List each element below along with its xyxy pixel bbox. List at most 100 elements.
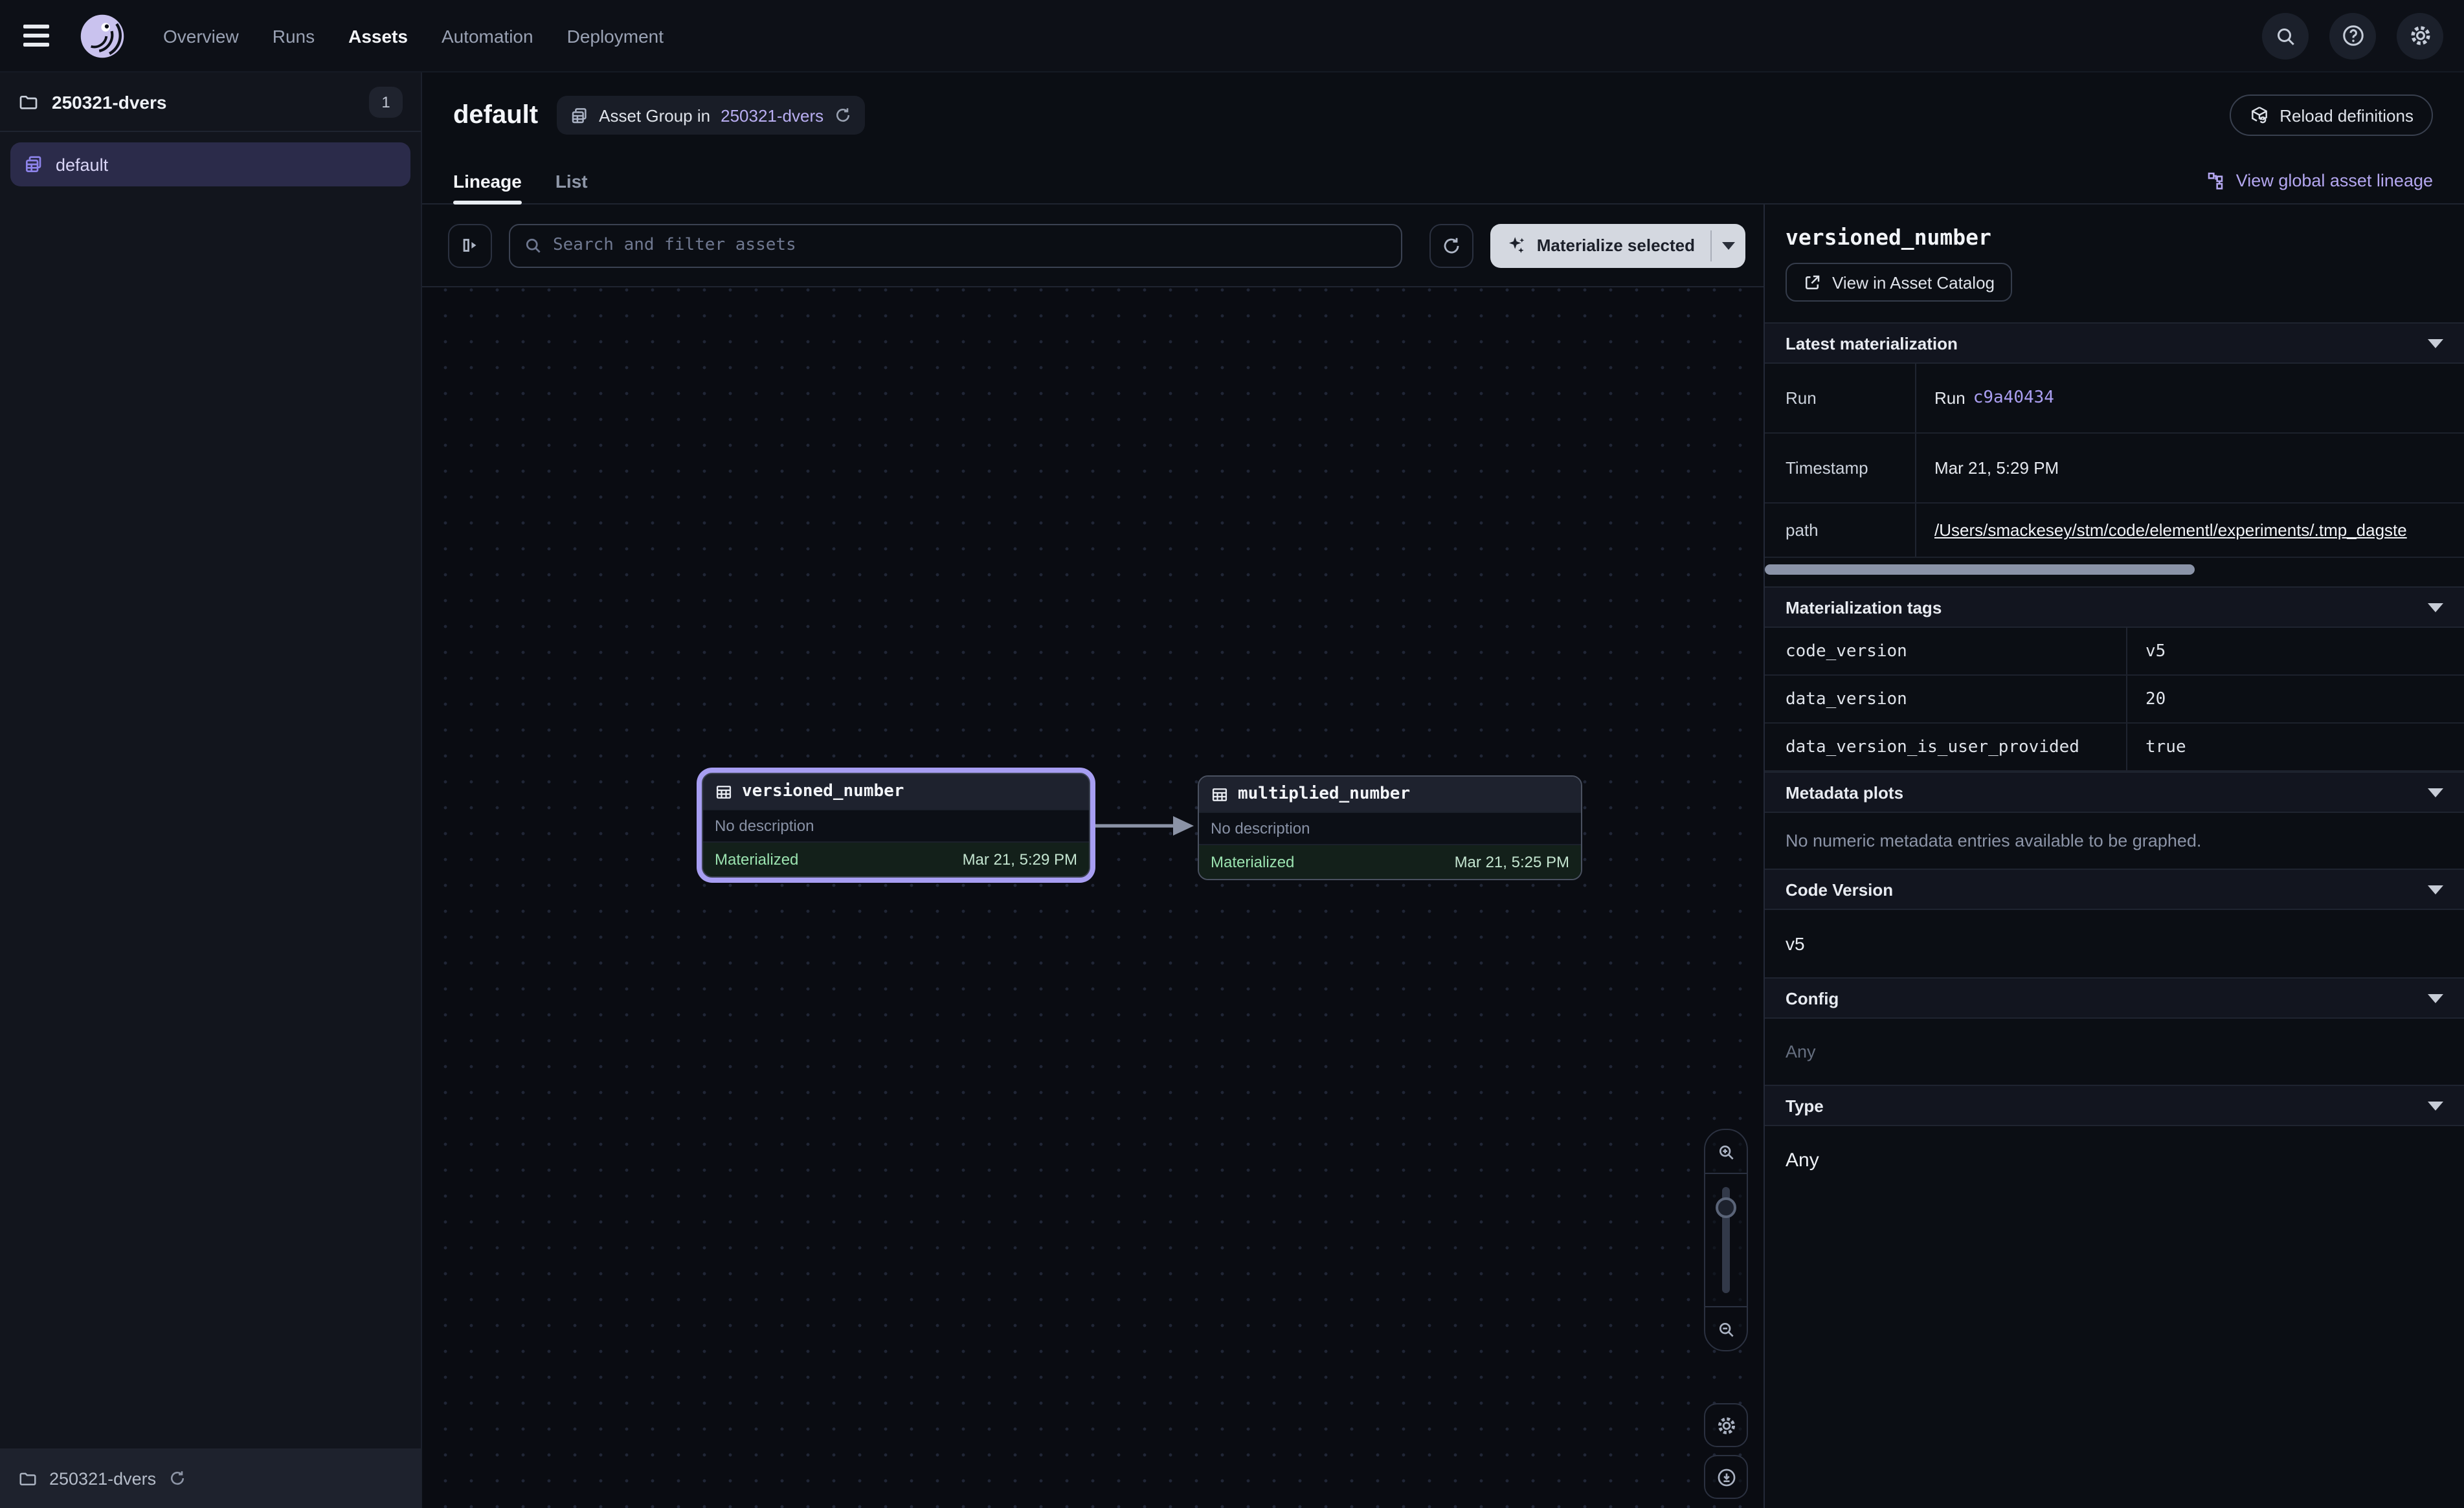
asset-search-box xyxy=(509,223,1402,267)
table-row: data_version_is_user_provided true xyxy=(1765,724,2464,771)
asset-name: versioned_number xyxy=(742,782,904,801)
zoom-control xyxy=(1704,1129,1748,1351)
graph-settings-button[interactable] xyxy=(1704,1403,1748,1447)
table-row: Run Run c9a40434 xyxy=(1765,364,2464,434)
panel-expand-icon xyxy=(459,234,481,256)
nav-item-runs[interactable]: Runs xyxy=(273,25,315,46)
section-materialization-tags[interactable]: Materialization tags xyxy=(1765,586,2464,628)
table-row: data_version 20 xyxy=(1765,676,2464,724)
top-nav: Overview Runs Assets Automation Deployme… xyxy=(0,0,2464,72)
lineage-graph-pane: Materialize selected xyxy=(422,205,1764,1508)
section-latest-materialization[interactable]: Latest materialization xyxy=(1765,322,2464,364)
section-metadata-plots[interactable]: Metadata plots xyxy=(1765,771,2464,813)
materialized-timestamp: Mar 21, 5:25 PM xyxy=(1455,853,1569,871)
nav-item-assets[interactable]: Assets xyxy=(348,25,408,46)
search-button[interactable] xyxy=(2262,12,2309,59)
tag-key: data_version_is_user_provided xyxy=(1765,724,2127,770)
horizontal-scrollbar[interactable] xyxy=(1765,564,2195,575)
zoom-slider-thumb[interactable] xyxy=(1716,1197,1736,1218)
gear-icon xyxy=(1715,1414,1737,1436)
row-value: Mar 21, 5:29 PM xyxy=(1916,434,2464,502)
folder-icon xyxy=(18,91,39,112)
chevron-down-icon xyxy=(2428,885,2443,894)
asset-status-row: Materialized Mar 21, 5:29 PM xyxy=(703,843,1089,876)
reload-definitions-label: Reload definitions xyxy=(2279,105,2414,125)
dagster-logo[interactable] xyxy=(78,11,127,60)
section-type[interactable]: Type xyxy=(1765,1085,2464,1126)
materialize-dropdown-button[interactable] xyxy=(1712,223,1745,267)
table-icon xyxy=(715,782,733,801)
chevron-down-icon xyxy=(2428,603,2443,612)
footer-repo-name: 250321-dvers xyxy=(49,1469,156,1488)
asset-node-versioned-number[interactable]: versioned_number No description Material… xyxy=(702,773,1090,878)
path-link[interactable]: /Users/smackesey/stm/code/elementl/exper… xyxy=(1934,520,2407,540)
expand-sidebar-button[interactable] xyxy=(448,223,492,267)
search-icon xyxy=(2274,24,2297,47)
materialized-status: Materialized xyxy=(1211,853,1294,871)
materialized-status: Materialized xyxy=(715,850,798,869)
sidebar-repo-row[interactable]: 250321-dvers 1 xyxy=(0,72,421,132)
zoom-in-button[interactable] xyxy=(1705,1130,1747,1174)
lineage-canvas[interactable]: versioned_number No description Material… xyxy=(422,287,1764,1508)
lineage-graph-icon xyxy=(2206,170,2227,191)
tab-list[interactable]: List xyxy=(555,158,588,203)
sidebar-item-label: default xyxy=(56,155,108,174)
menu-icon[interactable] xyxy=(23,20,54,51)
folder-icon xyxy=(18,1469,38,1488)
chevron-down-icon xyxy=(2428,338,2443,348)
workspace: 250321-dvers 1 default 250321-dvers defa… xyxy=(0,72,2464,1508)
tag-value: true xyxy=(2127,724,2464,770)
table-row: Timestamp Mar 21, 5:29 PM xyxy=(1765,434,2464,504)
badge-repo-link[interactable]: 250321-dvers xyxy=(721,105,823,125)
materialize-selected-button-group: Materialize selected xyxy=(1490,223,1745,267)
nav-item-automation[interactable]: Automation xyxy=(442,25,533,46)
row-value: /Users/smackesey/stm/code/elementl/exper… xyxy=(1916,504,2464,557)
view-global-asset-lineage-link[interactable]: View global asset lineage xyxy=(2206,170,2433,191)
graph-toolbar: Materialize selected xyxy=(422,205,1764,287)
refresh-icon xyxy=(834,106,852,124)
section-code-version[interactable]: Code Version xyxy=(1765,869,2464,910)
asset-status-row: Materialized Mar 21, 5:25 PM xyxy=(1199,845,1581,879)
tag-value: 20 xyxy=(2127,676,2464,722)
code-version-value: v5 xyxy=(1765,910,2464,977)
page-title: default xyxy=(453,100,538,130)
dagster-app: Overview Runs Assets Automation Deployme… xyxy=(0,0,2464,1508)
section-config[interactable]: Config xyxy=(1765,977,2464,1019)
refresh-icon xyxy=(168,1469,186,1487)
materialization-tags-table: code_version v5 data_version 20 data_ver… xyxy=(1765,628,2464,771)
type-value: Any xyxy=(1765,1126,2464,1195)
refresh-icon xyxy=(1441,235,1462,256)
reload-definitions-button[interactable]: Reload definitions xyxy=(2229,94,2433,136)
materialize-selected-button[interactable]: Materialize selected xyxy=(1490,223,1710,267)
search-input[interactable] xyxy=(553,236,1388,255)
lineage-edge-arrow xyxy=(1085,809,1204,843)
tag-key: data_version xyxy=(1765,676,2127,722)
zoom-slider[interactable] xyxy=(1705,1174,1747,1306)
download-image-button[interactable] xyxy=(1704,1455,1748,1499)
chevron-down-icon xyxy=(1722,241,1735,249)
row-key: Timestamp xyxy=(1765,434,1916,502)
view-in-asset-catalog-button[interactable]: View in Asset Catalog xyxy=(1786,263,2011,302)
zoom-out-button[interactable] xyxy=(1705,1306,1747,1350)
chevron-down-icon xyxy=(2428,788,2443,797)
view-global-asset-lineage-label: View global asset lineage xyxy=(2236,171,2433,190)
repo-name: 250321-dvers xyxy=(52,91,167,112)
sparkle-icon xyxy=(1506,234,1528,256)
gear-icon xyxy=(2408,23,2432,48)
run-id-link[interactable]: c9a40434 xyxy=(1973,388,2054,408)
asset-node-multiplied-number[interactable]: multiplied_number No description Materia… xyxy=(1198,775,1582,880)
settings-button[interactable] xyxy=(2397,12,2443,59)
section-label: Latest materialization xyxy=(1786,333,1958,353)
tab-lineage[interactable]: Lineage xyxy=(453,158,522,203)
row-value: Run c9a40434 xyxy=(1916,364,2464,432)
help-button[interactable] xyxy=(2329,12,2376,59)
nav-item-overview[interactable]: Overview xyxy=(163,25,239,46)
chevron-down-icon xyxy=(2428,993,2443,1003)
refresh-graph-button[interactable] xyxy=(1429,223,1473,267)
external-link-icon xyxy=(1802,272,1822,292)
sidebar-item-default-group[interactable]: default xyxy=(10,142,410,186)
nav-item-deployment[interactable]: Deployment xyxy=(567,25,664,46)
materialize-selected-label: Materialize selected xyxy=(1537,236,1695,255)
section-label: Materialization tags xyxy=(1786,597,1942,617)
sidebar-footer: 250321-dvers xyxy=(0,1448,421,1508)
